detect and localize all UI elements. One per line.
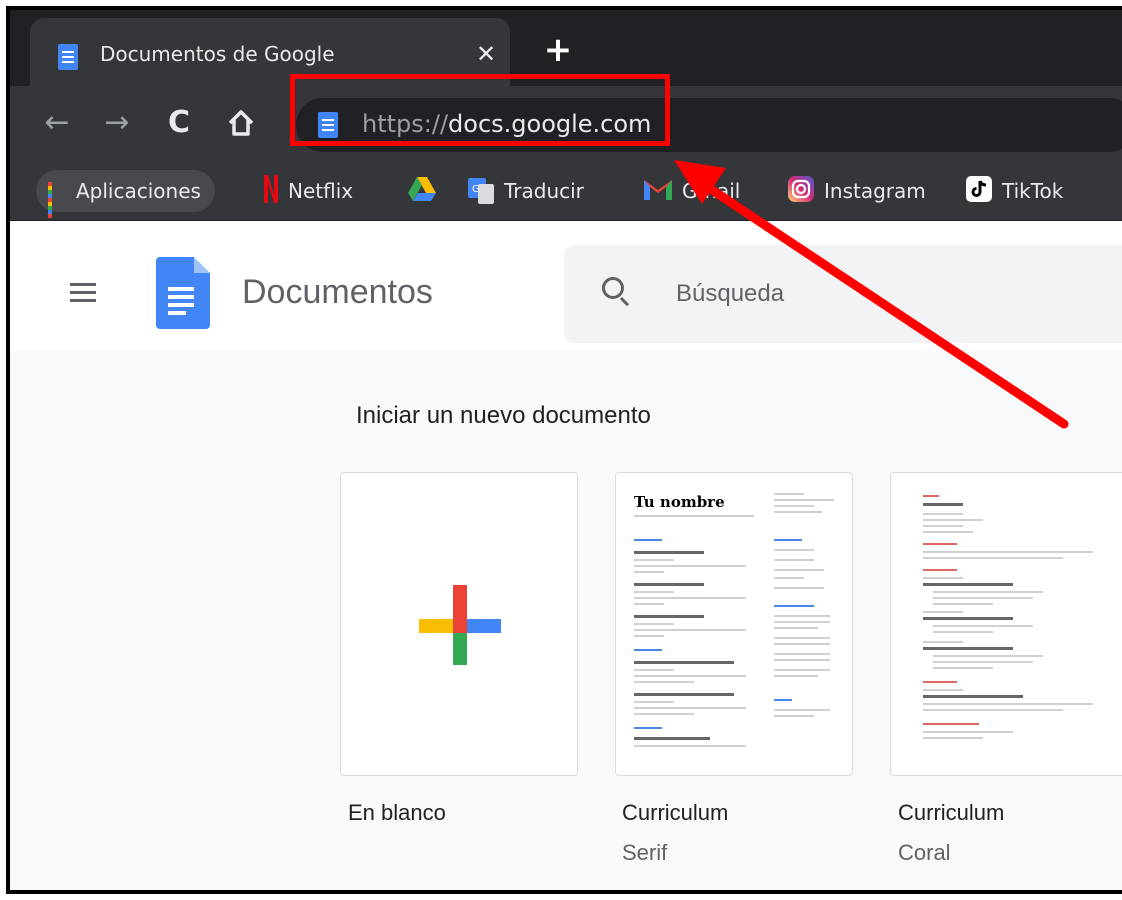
google-drive-icon: [408, 176, 436, 206]
tiktok-icon: [966, 175, 992, 207]
docs-logo-icon[interactable]: [156, 257, 210, 329]
bookmark-label: Netflix: [288, 179, 354, 203]
template-name[interactable]: En blanco: [348, 800, 446, 826]
resume-preview-name: Tu nombre: [634, 493, 725, 511]
google-translate-icon: G: [468, 178, 494, 204]
template-blank-card[interactable]: [340, 472, 578, 776]
bookmark-netflix[interactable]: Netflix: [264, 170, 353, 212]
gmail-icon: [644, 178, 672, 205]
docs-favicon-icon: [58, 44, 78, 70]
svg-text:G: G: [472, 184, 480, 195]
bookmark-drive[interactable]: [408, 170, 446, 212]
plus-icon: [419, 585, 501, 665]
back-icon[interactable]: ←: [34, 100, 80, 146]
bookmark-label: Aplicaciones: [76, 179, 201, 203]
template-resume-serif-card[interactable]: Tu nombre: [615, 472, 853, 776]
apps-grid-icon: [48, 182, 66, 218]
instagram-icon: [788, 175, 814, 207]
main-menu-icon[interactable]: [70, 283, 96, 303]
template-variant: Serif: [622, 840, 668, 865]
netflix-icon: [264, 174, 278, 208]
bookmark-gmail[interactable]: Gmail: [644, 170, 740, 212]
bookmark-aplicaciones[interactable]: Aplicaciones: [36, 170, 215, 218]
reload-icon[interactable]: C: [156, 100, 202, 146]
forward-icon[interactable]: →: [94, 100, 140, 146]
bookmark-tiktok[interactable]: TikTok: [966, 170, 1063, 212]
annotation-highlight-box: [290, 74, 670, 146]
search-box[interactable]: [564, 245, 1122, 343]
search-input[interactable]: [674, 275, 1078, 313]
app-title[interactable]: Documentos: [242, 273, 433, 312]
screenshot-frame: Documentos de Google ✕ + ← → C https://d…: [6, 6, 1122, 894]
new-tab-button[interactable]: +: [538, 30, 578, 70]
bookmark-label: Gmail: [682, 179, 741, 203]
home-icon[interactable]: [218, 100, 264, 146]
template-name[interactable]: Curriculum: [898, 800, 1004, 826]
template-resume-coral-card[interactable]: [890, 472, 1122, 776]
bookmark-traducir[interactable]: G Traducir: [468, 170, 584, 212]
tab-title: Documentos de Google: [100, 42, 335, 66]
bookmarks-bar: Aplicaciones Netflix G Traducir Gmail In…: [10, 162, 1122, 221]
bookmark-label: Instagram: [824, 179, 926, 203]
browser-window: Documentos de Google ✕ + ← → C https://d…: [10, 10, 1122, 890]
search-icon[interactable]: [602, 277, 624, 299]
close-tab-icon[interactable]: ✕: [470, 38, 502, 70]
template-name[interactable]: Curriculum: [622, 800, 728, 826]
template-variant: Coral: [898, 840, 951, 865]
template-gallery-heading: Iniciar un nuevo documento: [356, 402, 651, 429]
docs-header: Documentos: [10, 221, 1122, 351]
bookmark-label: TikTok: [1002, 179, 1064, 203]
bookmark-instagram[interactable]: Instagram: [788, 170, 926, 212]
bookmark-label: Traducir: [504, 179, 584, 203]
